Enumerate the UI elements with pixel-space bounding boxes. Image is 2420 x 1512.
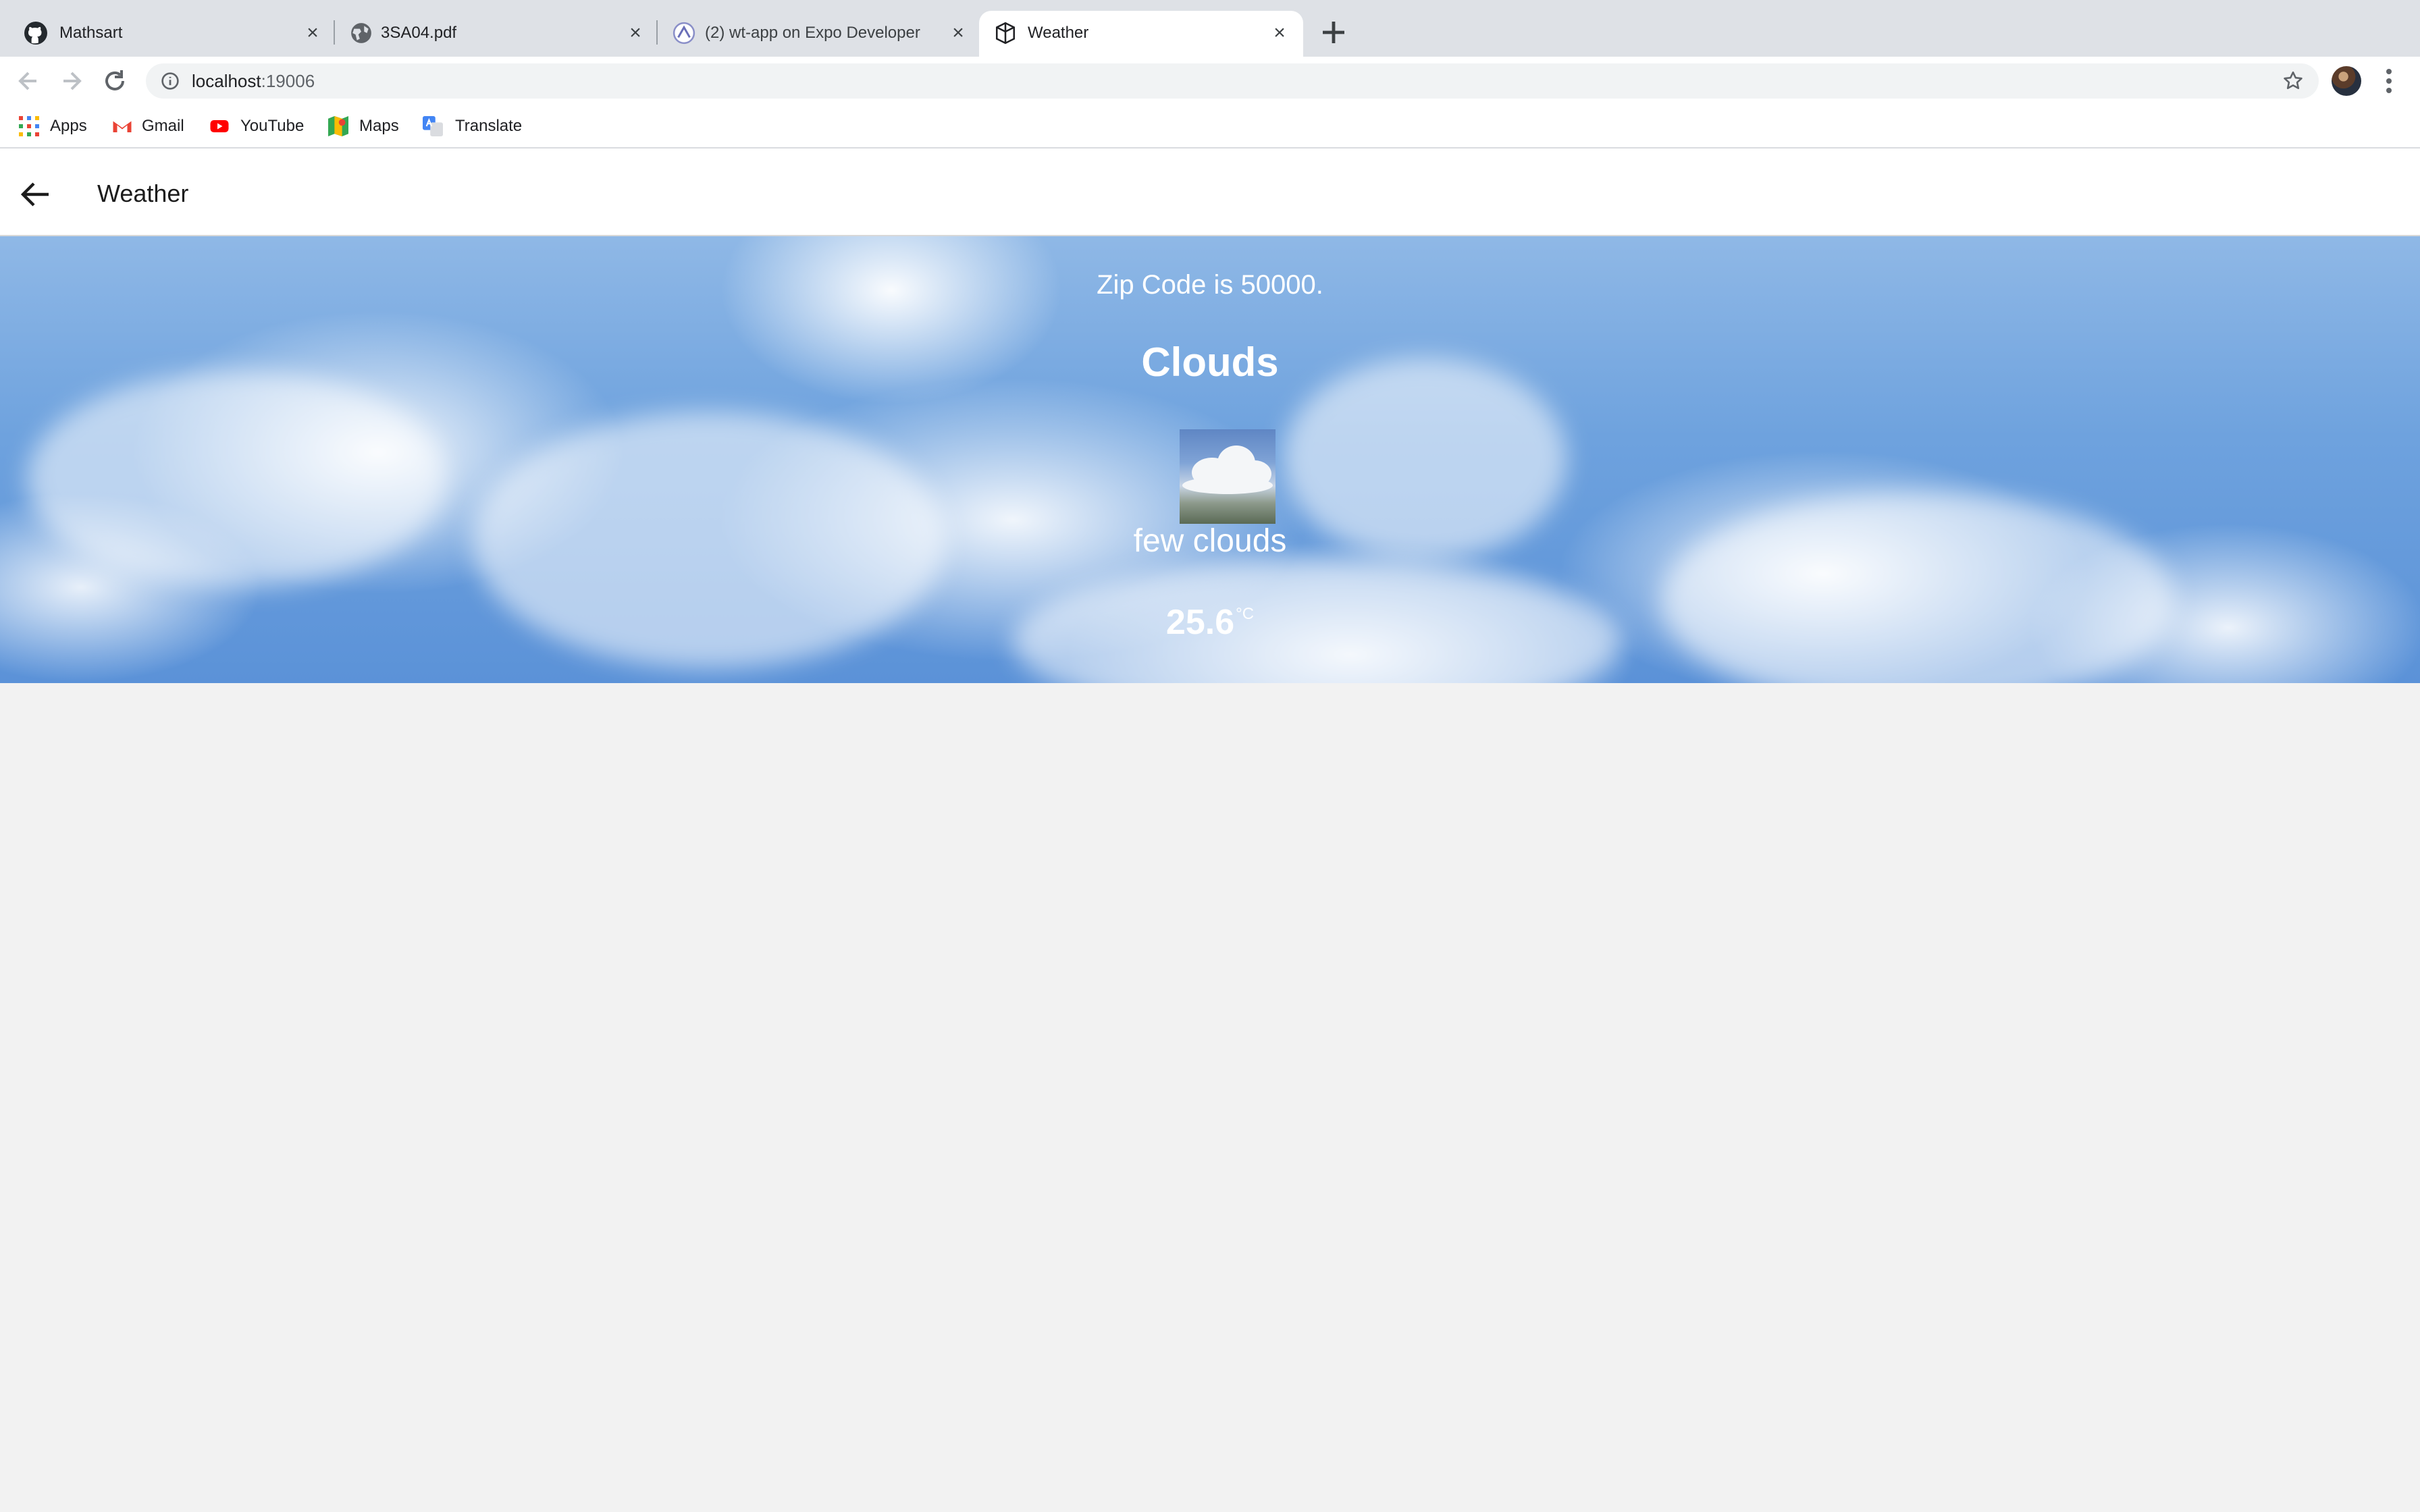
tab-weather[interactable]: Weather × [979,11,1303,57]
back-icon[interactable] [15,68,42,94]
close-icon[interactable]: × [624,22,647,45]
back-arrow-icon[interactable] [20,181,50,208]
url-text: localhost:19006 [192,63,315,99]
translate-icon [423,116,443,136]
new-tab-icon[interactable] [1319,18,1348,47]
close-icon[interactable]: × [1268,22,1291,45]
reload-icon[interactable] [101,68,128,94]
tab-title: Weather [1028,24,1089,42]
url-port: :19006 [261,71,315,91]
bookmark-label: Gmail [142,117,184,135]
gmail-icon [113,121,132,132]
close-icon[interactable]: × [947,22,970,45]
tab-title: 3SA04.pdf [381,24,457,42]
tab-3sa04-pdf[interactable]: 3SA04.pdf × [335,11,658,57]
bookmark-label: YouTube [240,117,305,135]
url-host: localhost [192,71,261,91]
temperature-unit: °C [1236,605,1255,623]
apps-grid-icon [19,116,39,136]
bookmarks-bar: Apps Gmail YouTube Maps Translate [0,105,2420,148]
github-icon [24,22,47,45]
app-header: Weather [0,148,2420,236]
bookmark-star-icon[interactable] [2282,70,2304,92]
temperature: 25.6°C [0,602,2420,643]
zip-code-text: Zip Code is 50000. [1097,270,1323,300]
weather-hero: Zip Code is 50000. Clouds few clouds 25.… [0,236,2420,683]
forward-icon[interactable] [58,68,85,94]
weather-description: few clouds [1133,523,1287,559]
menu-icon[interactable] [2381,68,2397,94]
globe-icon [351,23,371,43]
youtube-icon [210,120,229,132]
close-icon[interactable]: × [301,22,324,45]
weather-condition-image [1180,429,1275,524]
page-title: Weather [97,180,189,207]
tab-mathsart[interactable]: Mathsart × [0,11,330,57]
maps-icon [328,116,348,136]
background-cloud [1661,493,2174,683]
tab-strip: Mathsart × 3SA04.pdf × (2) wt-app on Exp… [0,0,2420,57]
cloud-puff [1182,477,1273,494]
weather-main: Clouds [1141,340,1279,385]
bookmark-label: Apps [50,117,87,135]
expo-icon [673,22,695,45]
tab-expo-developer[interactable]: (2) wt-app on Expo Developer × [658,11,980,57]
browser-toolbar: localhost:19006 [0,57,2420,105]
info-icon[interactable] [161,72,180,90]
tab-title: Mathsart [59,24,123,42]
tab-title: (2) wt-app on Expo Developer [705,24,920,42]
bookmark-label: Maps [359,117,399,135]
temperature-value: 25.6 [1165,603,1235,642]
address-bar[interactable]: localhost:19006 [146,63,2319,99]
bookmark-label: Translate [455,117,523,135]
expo-app-icon [995,22,1016,45]
profile-avatar[interactable] [2332,66,2361,96]
